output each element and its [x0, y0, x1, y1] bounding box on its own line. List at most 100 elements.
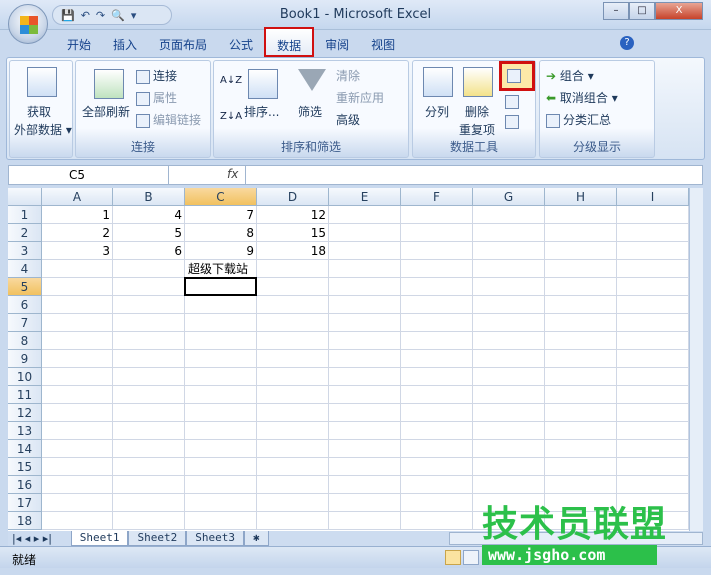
sheet-navigation-icon[interactable]: |◂ ◂ ▸ ▸| [8, 532, 71, 545]
cell-value[interactable]: 9 [185, 242, 257, 260]
cell[interactable] [329, 242, 401, 260]
cell-value[interactable]: 3 [42, 242, 113, 260]
vertical-scrollbar[interactable] [689, 188, 703, 531]
cell-value[interactable]: 6 [113, 242, 185, 260]
cell-value[interactable]: 超级下载站 [185, 260, 257, 278]
what-if-analysis-icon[interactable] [505, 115, 519, 129]
row-header[interactable]: 18 [8, 512, 42, 530]
column-header[interactable]: H [545, 188, 617, 206]
cell[interactable] [185, 386, 257, 404]
cell[interactable] [257, 278, 329, 296]
cell[interactable] [329, 440, 401, 458]
cell[interactable] [113, 422, 185, 440]
cell[interactable] [185, 368, 257, 386]
cell[interactable] [42, 404, 113, 422]
cell-value[interactable]: 12 [257, 206, 329, 224]
cell[interactable] [113, 314, 185, 332]
cell[interactable] [617, 224, 689, 242]
redo-icon[interactable]: ↷ [96, 9, 105, 22]
cell[interactable] [545, 314, 617, 332]
cell[interactable] [329, 224, 401, 242]
cell[interactable] [185, 440, 257, 458]
consolidate-icon[interactable] [505, 95, 519, 109]
cell[interactable] [185, 512, 257, 530]
row-header[interactable]: 13 [8, 422, 42, 440]
cell[interactable] [473, 332, 545, 350]
cell[interactable] [473, 314, 545, 332]
cell[interactable] [401, 242, 473, 260]
cell[interactable] [42, 512, 113, 530]
column-header[interactable]: G [473, 188, 545, 206]
cell[interactable] [545, 224, 617, 242]
row-header[interactable]: 11 [8, 386, 42, 404]
undo-icon[interactable]: ↶ [81, 9, 90, 22]
connections-button[interactable]: 连接 [153, 69, 177, 83]
page-layout-view-icon[interactable] [463, 550, 479, 565]
cell[interactable] [545, 368, 617, 386]
cell[interactable] [473, 440, 545, 458]
insert-function-icon[interactable]: fx [227, 167, 238, 181]
cell[interactable] [42, 332, 113, 350]
cell[interactable] [185, 458, 257, 476]
cell[interactable] [329, 386, 401, 404]
cell[interactable] [401, 278, 473, 296]
cell[interactable] [401, 260, 473, 278]
cell-value[interactable]: 7 [185, 206, 257, 224]
cell[interactable] [42, 296, 113, 314]
cell[interactable] [401, 494, 473, 512]
cell[interactable] [545, 422, 617, 440]
cell[interactable] [257, 350, 329, 368]
cell[interactable] [42, 260, 113, 278]
cell[interactable] [545, 440, 617, 458]
name-box[interactable]: C5 [9, 166, 169, 184]
formula-input[interactable] [245, 166, 685, 184]
cell[interactable] [257, 332, 329, 350]
sheet-tab-2[interactable]: Sheet2 [128, 531, 187, 546]
cell[interactable] [617, 278, 689, 296]
cell[interactable] [473, 476, 545, 494]
cell[interactable] [617, 296, 689, 314]
cell[interactable] [185, 314, 257, 332]
remove-duplicates-button[interactable]: 删除 [465, 103, 489, 120]
cell[interactable] [329, 404, 401, 422]
cell[interactable] [617, 404, 689, 422]
cell[interactable] [545, 386, 617, 404]
cell[interactable] [617, 206, 689, 224]
column-header[interactable]: I [617, 188, 689, 206]
normal-view-icon[interactable] [445, 550, 461, 565]
print-preview-icon[interactable]: 🔍 [111, 9, 125, 22]
cell[interactable] [401, 314, 473, 332]
cell[interactable] [329, 314, 401, 332]
row-header[interactable]: 1 [8, 206, 42, 224]
cell[interactable] [113, 386, 185, 404]
cell[interactable] [617, 440, 689, 458]
cell[interactable] [329, 332, 401, 350]
get-external-data-button[interactable]: 获取 [27, 103, 51, 120]
cell[interactable] [545, 278, 617, 296]
refresh-all-button[interactable]: 全部刷新 [82, 103, 130, 120]
cell[interactable] [329, 422, 401, 440]
cell[interactable] [42, 476, 113, 494]
sort-descending-button[interactable]: Z↓A [220, 111, 242, 122]
row-header[interactable]: 2 [8, 224, 42, 242]
select-all-button[interactable] [8, 188, 42, 206]
tab-page-layout[interactable]: 页面布局 [148, 30, 218, 57]
sheet-tab-1[interactable]: Sheet1 [70, 531, 129, 546]
cell[interactable] [257, 368, 329, 386]
row-header[interactable]: 4 [8, 260, 42, 278]
minimize-button[interactable]: – [603, 2, 629, 20]
help-icon[interactable]: ? [620, 36, 634, 50]
cell[interactable] [545, 206, 617, 224]
tab-review[interactable]: 审阅 [314, 30, 360, 57]
row-header[interactable]: 15 [8, 458, 42, 476]
tab-home[interactable]: 开始 [56, 30, 102, 57]
cell[interactable] [113, 494, 185, 512]
cell[interactable] [473, 242, 545, 260]
tab-view[interactable]: 视图 [360, 30, 406, 57]
cell[interactable] [617, 458, 689, 476]
row-header[interactable]: 3 [8, 242, 42, 260]
cell[interactable] [113, 440, 185, 458]
cell[interactable] [473, 458, 545, 476]
group-button[interactable]: 组合 ▾ [560, 69, 594, 83]
cell[interactable] [185, 350, 257, 368]
